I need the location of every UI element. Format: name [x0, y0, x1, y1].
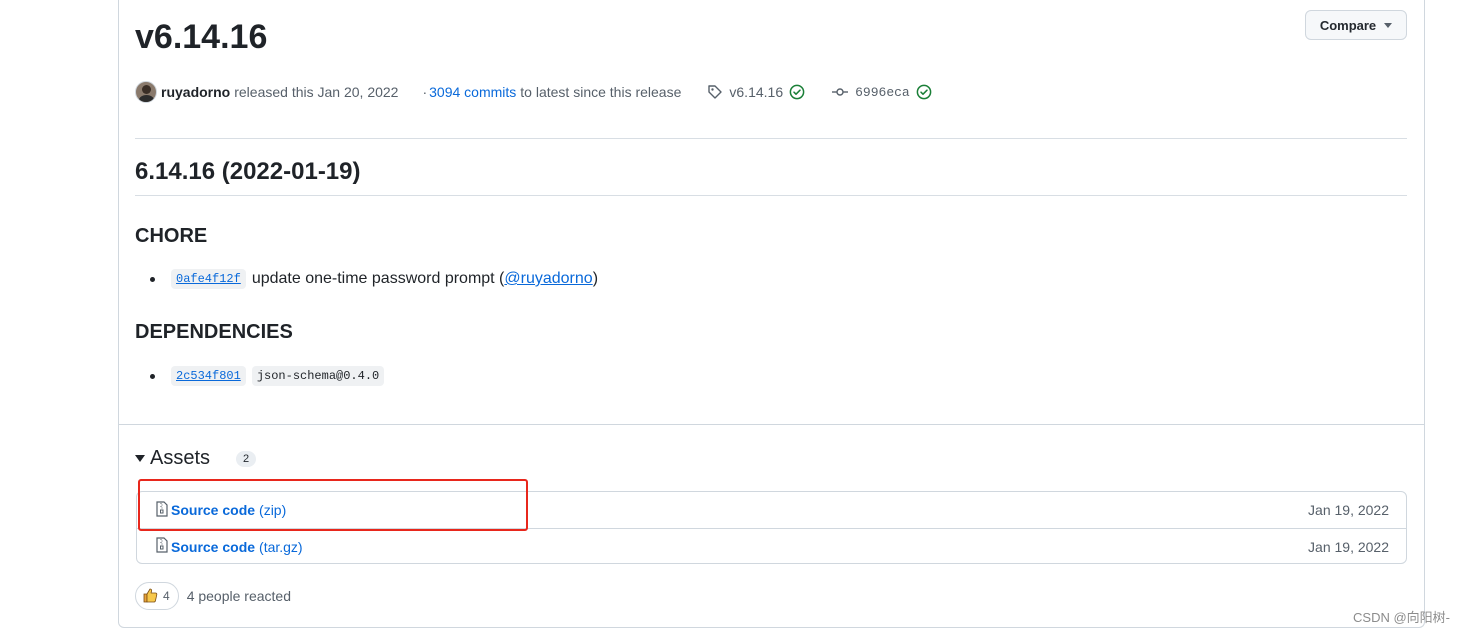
commit-sha: 6996eca	[855, 84, 910, 100]
tag-label: v6.14.16	[729, 84, 784, 100]
asset-name[interactable]: Source code	[171, 502, 255, 518]
release-meta: ruyadorno released this Jan 20, 2022 · 3…	[135, 80, 932, 104]
avatar[interactable]	[135, 81, 157, 103]
bullet	[150, 373, 155, 379]
commits-suffix: to latest since this release	[520, 84, 682, 100]
asset-ext: (tar.gz)	[259, 538, 303, 555]
release-title: v6.14.16	[135, 18, 268, 56]
commit-sha-link[interactable]: 0afe4f12f	[171, 269, 246, 289]
divider	[135, 138, 1407, 139]
asset-row[interactable]: Source code (zip) Jan 19, 2022	[137, 492, 1406, 528]
file-zip-icon	[155, 537, 169, 556]
compare-label: Compare	[1319, 17, 1377, 33]
section-heading-dependencies: DEPENDENCIES	[135, 321, 293, 343]
tag-link[interactable]: v6.14.16	[707, 84, 805, 100]
reaction-button[interactable]: 4	[135, 582, 179, 610]
assets-toggle[interactable]: Assets 2	[135, 447, 257, 470]
verified-check-icon	[916, 84, 932, 100]
item-text: update one-time password prompt (	[251, 270, 505, 287]
divider	[119, 424, 1424, 425]
dependency-code: json-schema@0.4.0	[251, 366, 385, 386]
asset-date: Jan 19, 2022	[1308, 502, 1389, 518]
author-link[interactable]: ruyadorno	[161, 84, 230, 100]
assets-label: Assets	[150, 447, 211, 469]
compare-button[interactable]: Compare	[1305, 10, 1407, 40]
bullet	[150, 276, 155, 282]
triangle-down-icon	[135, 455, 145, 462]
watermark: CSDN @向阳树-	[1353, 610, 1450, 625]
mention-link[interactable]: @ruyadorno	[504, 270, 592, 288]
reaction-count: 4	[163, 589, 170, 603]
list-item: 2c534f801 json-schema@0.4.0	[150, 366, 390, 386]
commits-link[interactable]: 3094 commits	[429, 84, 516, 100]
asset-date: Jan 19, 2022	[1308, 538, 1389, 555]
commit-sha-link[interactable]: 2c534f801	[171, 366, 246, 386]
assets-count-badge: 2	[236, 450, 257, 467]
verified-check-icon	[789, 84, 805, 100]
asset-name[interactable]: Source code	[171, 539, 255, 555]
assets-list: Source code (zip) Jan 19, 2022 Source co…	[136, 491, 1407, 564]
reactions: 4 4 people reacted	[135, 582, 291, 610]
asset-row[interactable]: Source code (tar.gz) Jan 19, 2022	[137, 528, 1406, 564]
commits-prefix: ·	[422, 84, 428, 100]
section-heading-chore: CHORE	[135, 225, 208, 247]
version-heading: 6.14.16 (2022-01-19)	[135, 158, 361, 185]
reaction-summary: 4 people reacted	[186, 588, 291, 604]
thumbs-up-icon	[142, 587, 158, 606]
item-close: )	[592, 270, 599, 287]
commit-link[interactable]: 6996eca	[831, 84, 932, 100]
asset-ext: (zip)	[259, 502, 287, 518]
caret-down-icon	[1384, 22, 1393, 28]
tag-icon	[707, 84, 723, 100]
released-text: released this Jan 20, 2022	[234, 84, 399, 100]
git-commit-icon	[831, 84, 849, 100]
divider	[135, 195, 1407, 196]
file-zip-icon	[155, 500, 169, 520]
list-item: 0afe4f12f update one-time password promp…	[150, 269, 598, 289]
